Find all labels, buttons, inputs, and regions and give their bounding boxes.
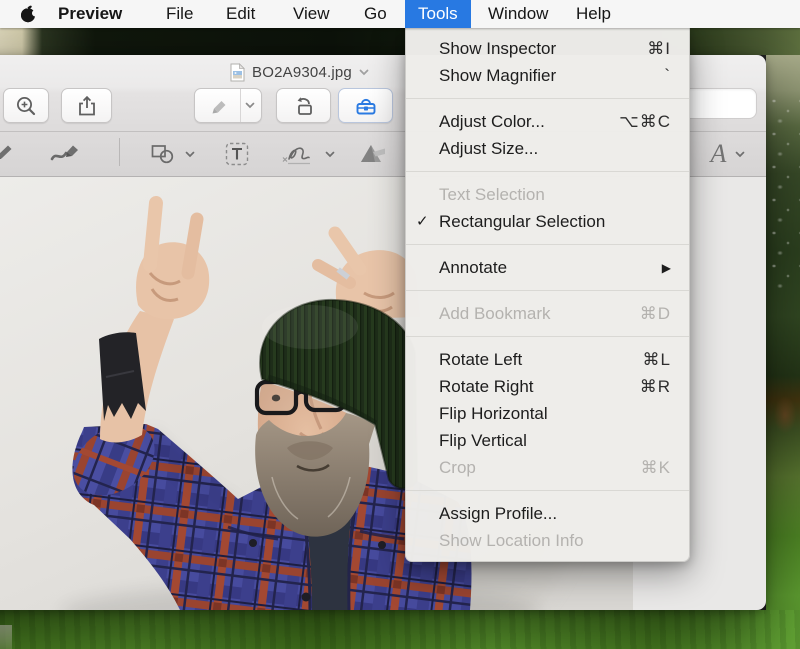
toolbox-icon — [353, 94, 379, 118]
menu-bar: Preview File Edit View Go Tools Window H… — [0, 0, 800, 28]
magnifier-plus-icon — [14, 94, 38, 118]
menubar-item-file[interactable]: File — [155, 0, 204, 28]
menubar-item-help[interactable]: Help — [565, 0, 622, 28]
menu-item-adjust-color[interactable]: Adjust Color... ⌥⌘C — [406, 108, 689, 135]
text-box-icon — [224, 141, 250, 167]
window-title: BO2A9304.jpg — [252, 64, 352, 81]
chevron-down-icon[interactable] — [735, 151, 745, 158]
menu-item-assign-profile[interactable]: Assign Profile... — [406, 500, 689, 527]
rotate-left-button[interactable] — [276, 88, 331, 123]
menubar-item-view[interactable]: View — [282, 0, 341, 28]
menu-separator — [406, 336, 689, 337]
shapes-tool[interactable] — [144, 139, 200, 169]
tool-group-divider — [119, 138, 120, 166]
menu-item-show-magnifier[interactable]: Show Magnifier ` — [406, 62, 689, 89]
submenu-arrow-icon: ▶ — [662, 261, 671, 275]
highlighter-icon — [208, 94, 232, 118]
share-arrow-icon — [75, 94, 99, 118]
title-chevron-down-icon[interactable] — [359, 69, 369, 76]
markup-toolbox-button[interactable] — [338, 88, 393, 123]
tools-menu: Show Inspector ⌘I Show Magnifier ` Adjus… — [405, 28, 690, 562]
menu-separator — [406, 171, 689, 172]
menu-item-rotate-left[interactable]: Rotate Left ⌘L — [406, 346, 689, 373]
adjust-color-tool[interactable] — [350, 139, 398, 169]
rotate-counterclockwise-icon — [291, 94, 317, 118]
menu-item-add-bookmark: Add Bookmark ⌘D — [406, 300, 689, 327]
highlight-button-group[interactable] — [194, 88, 262, 123]
menu-separator — [406, 490, 689, 491]
chevron-down-icon[interactable] — [245, 102, 255, 109]
menu-separator — [406, 290, 689, 291]
sign-tool[interactable] — [276, 139, 338, 169]
menubar-item-go[interactable]: Go — [353, 0, 398, 28]
chevron-down-icon[interactable] — [325, 151, 335, 158]
pencil-squiggle-icon — [0, 142, 18, 166]
menubar-item-window[interactable]: Window — [477, 0, 559, 28]
segment-divider — [240, 89, 241, 122]
menubar-item-preview[interactable]: Preview — [47, 0, 133, 28]
text-style-tool[interactable]: A — [702, 139, 754, 169]
menu-item-adjust-size[interactable]: Adjust Size... — [406, 135, 689, 162]
menu-item-show-location-info: Show Location Info — [406, 527, 689, 554]
tree-trunk — [770, 390, 800, 440]
menu-item-rotate-right[interactable]: Rotate Right ⌘R — [406, 373, 689, 400]
menu-item-text-selection: Text Selection — [406, 181, 689, 208]
chevron-down-icon[interactable] — [185, 151, 195, 158]
checkmark-icon: ✓ — [416, 208, 438, 235]
title-cluster: BO2A9304.jpg — [230, 61, 369, 83]
prism-icon — [358, 141, 390, 167]
marker-squiggle-icon — [49, 142, 85, 166]
share-button[interactable] — [61, 88, 112, 123]
draw-tool[interactable] — [46, 139, 88, 169]
desktop-wallpaper-grass — [0, 610, 800, 649]
menubar-item-edit[interactable]: Edit — [215, 0, 266, 28]
grass-highlight — [0, 625, 12, 649]
sketch-tool[interactable] — [0, 139, 20, 169]
menu-separator — [406, 244, 689, 245]
signature-icon — [280, 142, 318, 166]
menu-item-annotate[interactable]: Annotate ▶ — [406, 254, 689, 281]
apple-logo-icon[interactable] — [20, 5, 37, 23]
menu-item-show-inspector[interactable]: Show Inspector ⌘I — [406, 35, 689, 62]
text-tool[interactable] — [220, 139, 254, 169]
zoom-button[interactable] — [3, 88, 49, 123]
menu-item-rectangular-selection[interactable]: ✓ Rectangular Selection — [406, 208, 689, 235]
menu-separator — [406, 98, 689, 99]
menu-item-crop: Crop ⌘K — [406, 454, 689, 481]
menubar-item-tools[interactable]: Tools — [405, 0, 471, 28]
square-circle-icon — [150, 142, 178, 166]
menu-item-flip-vertical[interactable]: Flip Vertical — [406, 427, 689, 454]
text-style-label: A — [711, 139, 727, 169]
jpeg-document-icon — [230, 63, 245, 82]
menu-item-flip-horizontal[interactable]: Flip Horizontal — [406, 400, 689, 427]
tree-blossoms — [766, 95, 800, 295]
desktop: { "menu_bar": { "apple_icon": "apple-log… — [0, 0, 800, 649]
